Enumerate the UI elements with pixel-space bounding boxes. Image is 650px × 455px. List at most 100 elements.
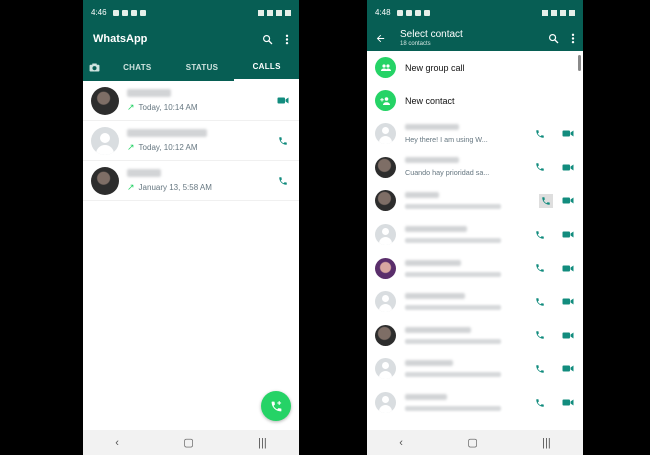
contact-info — [405, 259, 527, 277]
contact-actions — [539, 193, 575, 208]
avatar — [375, 224, 396, 246]
app-bar-actions — [262, 34, 289, 45]
tab-bar: CHATS STATUS CALLS — [83, 53, 299, 81]
contact-info — [405, 226, 527, 244]
home-nav-icon[interactable]: ▢ — [467, 436, 477, 449]
phone-icon[interactable] — [533, 228, 547, 242]
contact-name-blurred — [405, 394, 447, 401]
video-icon[interactable] — [561, 396, 575, 410]
avatar — [375, 291, 396, 313]
phone-icon[interactable] — [539, 193, 553, 208]
contact-status-blurred — [405, 238, 501, 244]
contact-name-blurred — [127, 168, 161, 177]
tab-chats[interactable]: CHATS — [105, 53, 170, 81]
phone-icon[interactable] — [533, 160, 547, 174]
video-icon[interactable] — [561, 362, 575, 376]
contact-status-blurred — [405, 305, 501, 311]
contact-actions — [533, 228, 575, 242]
search-icon[interactable] — [548, 33, 559, 44]
contacts-list: Hey there! I am using W... Cuando hay pr… — [367, 117, 583, 419]
contact-row[interactable] — [367, 184, 583, 218]
video-icon[interactable] — [561, 127, 575, 141]
contact-status-blurred — [405, 204, 501, 210]
mail-notification-icon — [405, 9, 412, 16]
more-options-icon[interactable] — [285, 34, 289, 45]
video-icon[interactable] — [561, 261, 575, 275]
more-options-icon[interactable] — [571, 33, 575, 44]
contact-row[interactable] — [367, 218, 583, 252]
avatar — [91, 86, 119, 115]
phone-icon[interactable] — [533, 261, 547, 275]
back-nav-icon[interactable]: ‹ — [399, 437, 403, 449]
contact-info — [405, 192, 539, 210]
contact-name-blurred — [127, 128, 207, 137]
avatar — [375, 156, 396, 178]
status-bar: 4:46 — [83, 0, 299, 25]
system-icons — [258, 9, 291, 16]
new-contact-row[interactable]: New contact — [367, 84, 583, 117]
wifi-icon — [267, 9, 273, 16]
video-icon[interactable] — [561, 328, 575, 342]
new-call-fab[interactable] — [261, 391, 291, 421]
phone-icon[interactable] — [533, 328, 547, 342]
location-notification-icon — [130, 9, 137, 16]
video-icon[interactable] — [561, 295, 575, 309]
contact-row[interactable] — [367, 285, 583, 319]
avatar — [91, 126, 119, 155]
video-icon[interactable] — [561, 194, 575, 208]
phone-icon[interactable] — [533, 127, 547, 141]
recents-nav-icon[interactable]: ||| — [258, 437, 267, 449]
tab-camera[interactable] — [83, 53, 105, 81]
home-nav-icon[interactable]: ▢ — [183, 436, 193, 449]
contact-row[interactable] — [367, 386, 583, 420]
contact-row[interactable] — [367, 352, 583, 386]
image-notification-icon — [112, 9, 119, 16]
scrollbar[interactable] — [578, 55, 581, 71]
new-contact-label: New contact — [405, 95, 455, 106]
phone-calls-screen: 4:46 WhatsApp CHATS STATUS CALLS ↗ Today… — [83, 0, 299, 455]
contact-name-blurred — [405, 293, 465, 300]
call-row[interactable]: ↗ Today, 10:14 AM — [83, 81, 299, 121]
contact-info — [405, 394, 527, 412]
new-group-call-label: New group call — [405, 62, 465, 73]
phone-icon[interactable] — [533, 295, 547, 309]
new-group-call-row[interactable]: New group call — [367, 51, 583, 84]
app-bar: Select contact 18 contacts — [367, 25, 583, 51]
avatar — [375, 392, 396, 414]
tab-calls[interactable]: CALLS — [234, 53, 299, 81]
camera-icon — [89, 62, 100, 72]
tab-status[interactable]: STATUS — [170, 53, 235, 81]
video-icon[interactable] — [561, 160, 575, 174]
voice-call-button[interactable] — [275, 136, 291, 146]
contact-name-blurred — [405, 326, 471, 333]
contact-actions — [533, 295, 575, 309]
back-nav-icon[interactable]: ‹ — [115, 437, 119, 449]
video-call-button[interactable] — [275, 96, 291, 105]
call-meta: ↗ January 13, 5:58 AM — [127, 182, 275, 193]
call-meta: ↗ Today, 10:14 AM — [127, 102, 275, 113]
contact-status-blurred — [405, 406, 501, 412]
status-time: 4:46 — [91, 8, 107, 17]
call-time: Today, 10:14 AM — [138, 102, 198, 112]
call-row[interactable]: ↗ Today, 10:12 AM — [83, 121, 299, 161]
call-row[interactable]: ↗ January 13, 5:58 AM — [83, 161, 299, 201]
contact-row[interactable]: Hey there! I am using W... — [367, 117, 583, 151]
video-icon[interactable] — [561, 228, 575, 242]
phone-icon[interactable] — [533, 396, 547, 410]
contact-actions — [533, 396, 575, 410]
call-info: ↗ Today, 10:12 AM — [127, 128, 275, 153]
contact-row[interactable] — [367, 251, 583, 285]
contact-name-blurred — [405, 192, 439, 199]
contact-row[interactable]: Cuando hay prioridad sa... — [367, 151, 583, 185]
phone-icon[interactable] — [533, 362, 547, 376]
call-meta: ↗ Today, 10:12 AM — [127, 142, 275, 153]
recents-nav-icon[interactable]: ||| — [542, 437, 551, 449]
back-arrow-icon[interactable] — [375, 33, 386, 44]
search-icon[interactable] — [262, 34, 273, 45]
app-bar: WhatsApp — [83, 25, 299, 53]
system-nav-bar: ‹ ▢ ||| — [83, 430, 299, 455]
location-notification-icon — [414, 9, 421, 16]
voice-call-button[interactable] — [275, 176, 291, 186]
contact-row[interactable] — [367, 319, 583, 353]
image-notification-icon — [396, 9, 403, 16]
